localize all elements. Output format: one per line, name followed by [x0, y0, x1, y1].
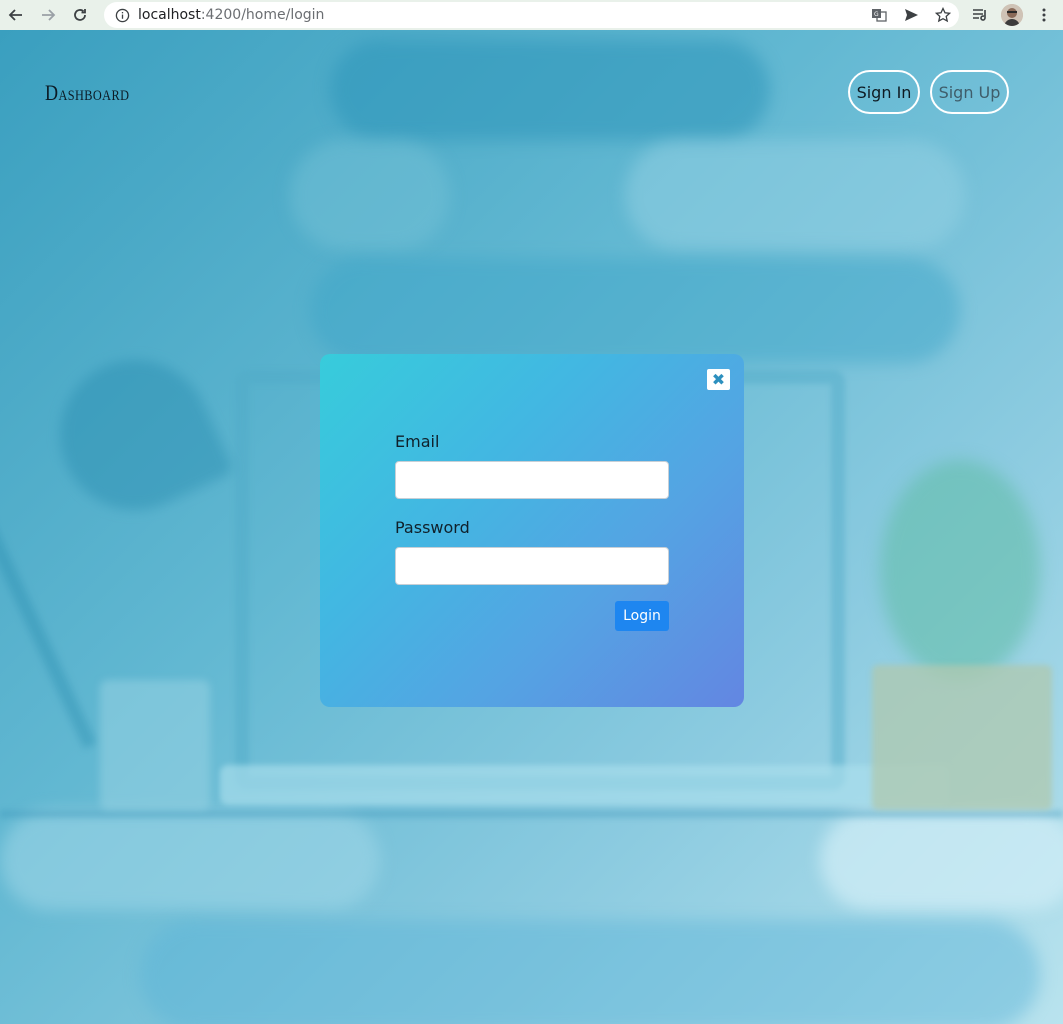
- translate-icon[interactable]: G: [869, 5, 889, 25]
- cup-illustration: [100, 680, 210, 810]
- close-icon[interactable]: ✖: [707, 369, 730, 390]
- cloud-shape: [310, 258, 960, 363]
- pot-illustration: [872, 665, 1052, 810]
- password-field[interactable]: [395, 547, 669, 585]
- svg-text:G: G: [874, 11, 879, 18]
- arrow-left-icon: [8, 9, 22, 21]
- cloud-shape: [0, 810, 380, 910]
- lamp-illustration: [35, 335, 235, 535]
- browser-toolbar: localhost:4200/home/login G: [0, 0, 1063, 30]
- url-path: :4200/home/login: [200, 7, 325, 23]
- back-button[interactable]: [0, 1, 32, 29]
- cloud-shape: [290, 140, 450, 250]
- arrow-right-icon: [42, 9, 56, 21]
- reading-list-icon[interactable]: [969, 2, 991, 28]
- reload-button[interactable]: [64, 1, 96, 29]
- brand-logo[interactable]: Dashboard: [45, 80, 129, 106]
- cloud-shape: [140, 920, 1040, 1024]
- reload-icon: [74, 9, 86, 21]
- star-icon[interactable]: [933, 5, 953, 25]
- sign-up-button[interactable]: Sign Up: [930, 70, 1009, 114]
- lamp-arm-illustration: [0, 471, 97, 749]
- email-field[interactable]: [395, 461, 669, 499]
- email-label: Email: [395, 432, 440, 451]
- info-icon[interactable]: [114, 7, 130, 23]
- kebab-menu-icon[interactable]: [1033, 2, 1055, 28]
- login-modal: [320, 354, 744, 707]
- send-icon[interactable]: [901, 5, 921, 25]
- url-host: localhost: [138, 7, 201, 23]
- address-bar[interactable]: localhost:4200/home/login G: [104, 2, 959, 28]
- laptop-base-illustration: [220, 765, 950, 805]
- cloud-shape: [330, 40, 770, 140]
- cloud-shape: [820, 810, 1063, 910]
- cloud-shape: [625, 140, 965, 250]
- desk-line: [0, 810, 1063, 818]
- sign-in-button[interactable]: Sign In: [848, 70, 920, 114]
- forward-button[interactable]: [32, 1, 64, 29]
- profile-avatar[interactable]: [1001, 4, 1023, 26]
- login-button[interactable]: Login: [615, 601, 669, 631]
- url-text: localhost:4200/home/login: [138, 7, 324, 23]
- password-label: Password: [395, 518, 470, 537]
- plant-illustration: [880, 460, 1040, 680]
